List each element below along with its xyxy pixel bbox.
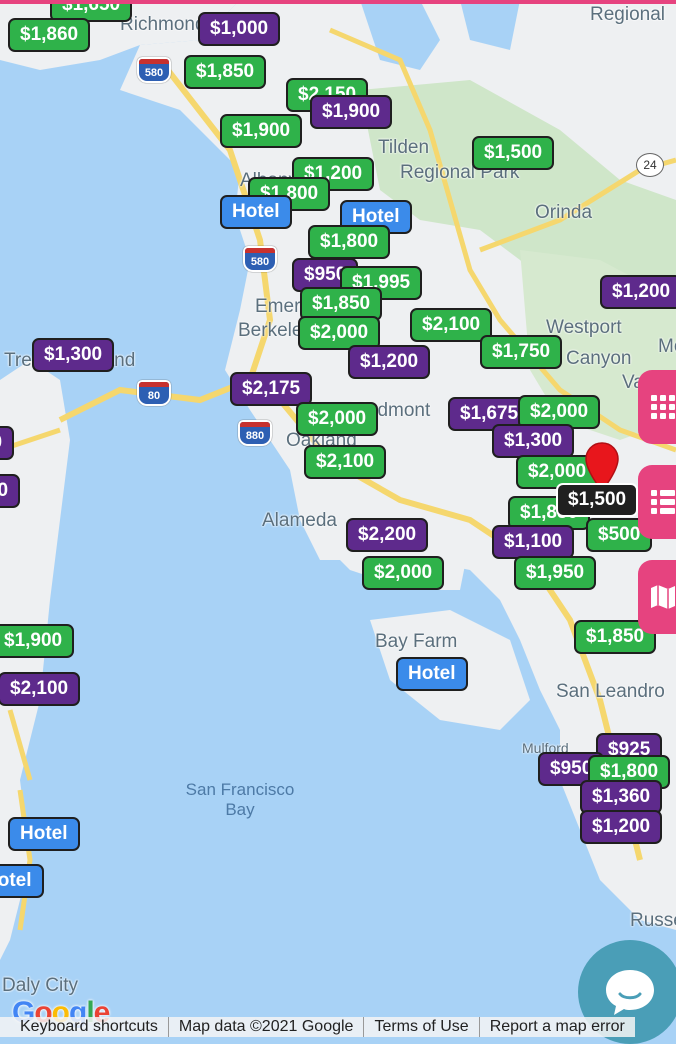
interstate-shield: 880 bbox=[238, 420, 272, 446]
listing-pin[interactable]: $1,900 bbox=[0, 624, 75, 658]
place-label: San Leandro bbox=[556, 681, 665, 702]
listing-pin[interactable]: $2,175 bbox=[230, 372, 313, 406]
listing-pin[interactable]: $1,850 bbox=[184, 55, 267, 89]
listing-pin[interactable]: $1,000 bbox=[198, 12, 281, 46]
interstate-shield: 580 bbox=[243, 246, 277, 272]
listing-pin[interactable]: $1,950 bbox=[514, 556, 597, 590]
grid-icon bbox=[651, 395, 675, 419]
list-icon bbox=[651, 490, 675, 514]
place-label: Daly City bbox=[2, 975, 79, 996]
list-view-button[interactable] bbox=[638, 465, 676, 539]
listing-pin[interactable]: $1,900 bbox=[310, 95, 393, 129]
terms-link[interactable]: Terms of Use bbox=[364, 1017, 479, 1037]
listing-pin[interactable]: $1,500 bbox=[472, 136, 555, 170]
report-map-error-link[interactable]: Report a map error bbox=[479, 1017, 635, 1037]
place-label: Richmond bbox=[120, 14, 206, 35]
place-label: Russell bbox=[630, 910, 676, 931]
place-label: Tilden bbox=[378, 137, 430, 158]
map-icon bbox=[651, 585, 675, 609]
listing-pin[interactable]: $1,300 bbox=[32, 338, 115, 372]
listing-pin[interactable]: $2,200 bbox=[346, 518, 429, 552]
listing-pin[interactable]: $1,300 bbox=[492, 424, 575, 458]
state-route-shield: 24 bbox=[636, 153, 664, 177]
place-label: Moraga bbox=[658, 336, 676, 357]
map-data-text: Map data ©2021 Google bbox=[168, 1017, 364, 1037]
place-label: Alameda bbox=[262, 510, 337, 531]
water-label: San Francisco Bay bbox=[185, 780, 295, 819]
listing-pin[interactable]: $1,860 bbox=[8, 18, 91, 52]
grid-view-button[interactable] bbox=[638, 370, 676, 444]
listing-pin[interactable]: $2,100 bbox=[0, 672, 81, 706]
hotel-pin[interactable]: Hotel bbox=[220, 195, 292, 229]
map-canvas[interactable]: Regional Tilden Regional Park Orinda Mor… bbox=[0, 0, 676, 1037]
listing-pin[interactable]: $2,000 bbox=[0, 426, 15, 460]
interstate-shield: 80 bbox=[137, 380, 171, 406]
place-label: Regional bbox=[590, 4, 665, 25]
listing-pin[interactable]: $2,100 bbox=[410, 308, 493, 342]
listing-pin[interactable]: $1,100 bbox=[492, 525, 575, 559]
listing-pin[interactable]: $1,200 bbox=[580, 810, 663, 844]
place-label: Canyon bbox=[566, 348, 632, 369]
listing-pin[interactable]: $1,360 bbox=[580, 780, 663, 814]
listing-pin[interactable]: $1,800 bbox=[308, 225, 391, 259]
hotel-pin[interactable]: Hotel bbox=[0, 864, 44, 898]
listing-pin[interactable]: $2,100 bbox=[304, 445, 387, 479]
selected-listing-pin[interactable]: $1,500 bbox=[556, 483, 639, 517]
map-view-button[interactable] bbox=[638, 560, 676, 634]
place-label: Bay Farm bbox=[375, 631, 458, 652]
interstate-shield: 580 bbox=[137, 57, 171, 83]
listing-pin[interactable]: $1,750 bbox=[480, 335, 563, 369]
top-accent-bar bbox=[0, 0, 676, 4]
listing-pin[interactable]: $1,900 bbox=[220, 114, 303, 148]
map-attribution-bar: Keyboard shortcuts Map data ©2021 Google… bbox=[0, 1017, 676, 1037]
listing-pin[interactable]: $2,000 bbox=[296, 402, 379, 436]
listing-pin[interactable]: $2,000 bbox=[362, 556, 445, 590]
place-label: Orinda bbox=[535, 202, 593, 223]
chat-bubble-icon bbox=[606, 970, 654, 1015]
listing-pin[interactable]: $1,200 bbox=[348, 345, 431, 379]
hotel-pin[interactable]: Hotel bbox=[396, 657, 468, 691]
hotel-pin[interactable]: Hotel bbox=[8, 817, 80, 851]
listing-pin[interactable]: $1,200 bbox=[600, 275, 676, 309]
listing-pin[interactable]: $2,200 bbox=[0, 474, 21, 508]
keyboard-shortcuts-link[interactable]: Keyboard shortcuts bbox=[0, 1017, 168, 1037]
